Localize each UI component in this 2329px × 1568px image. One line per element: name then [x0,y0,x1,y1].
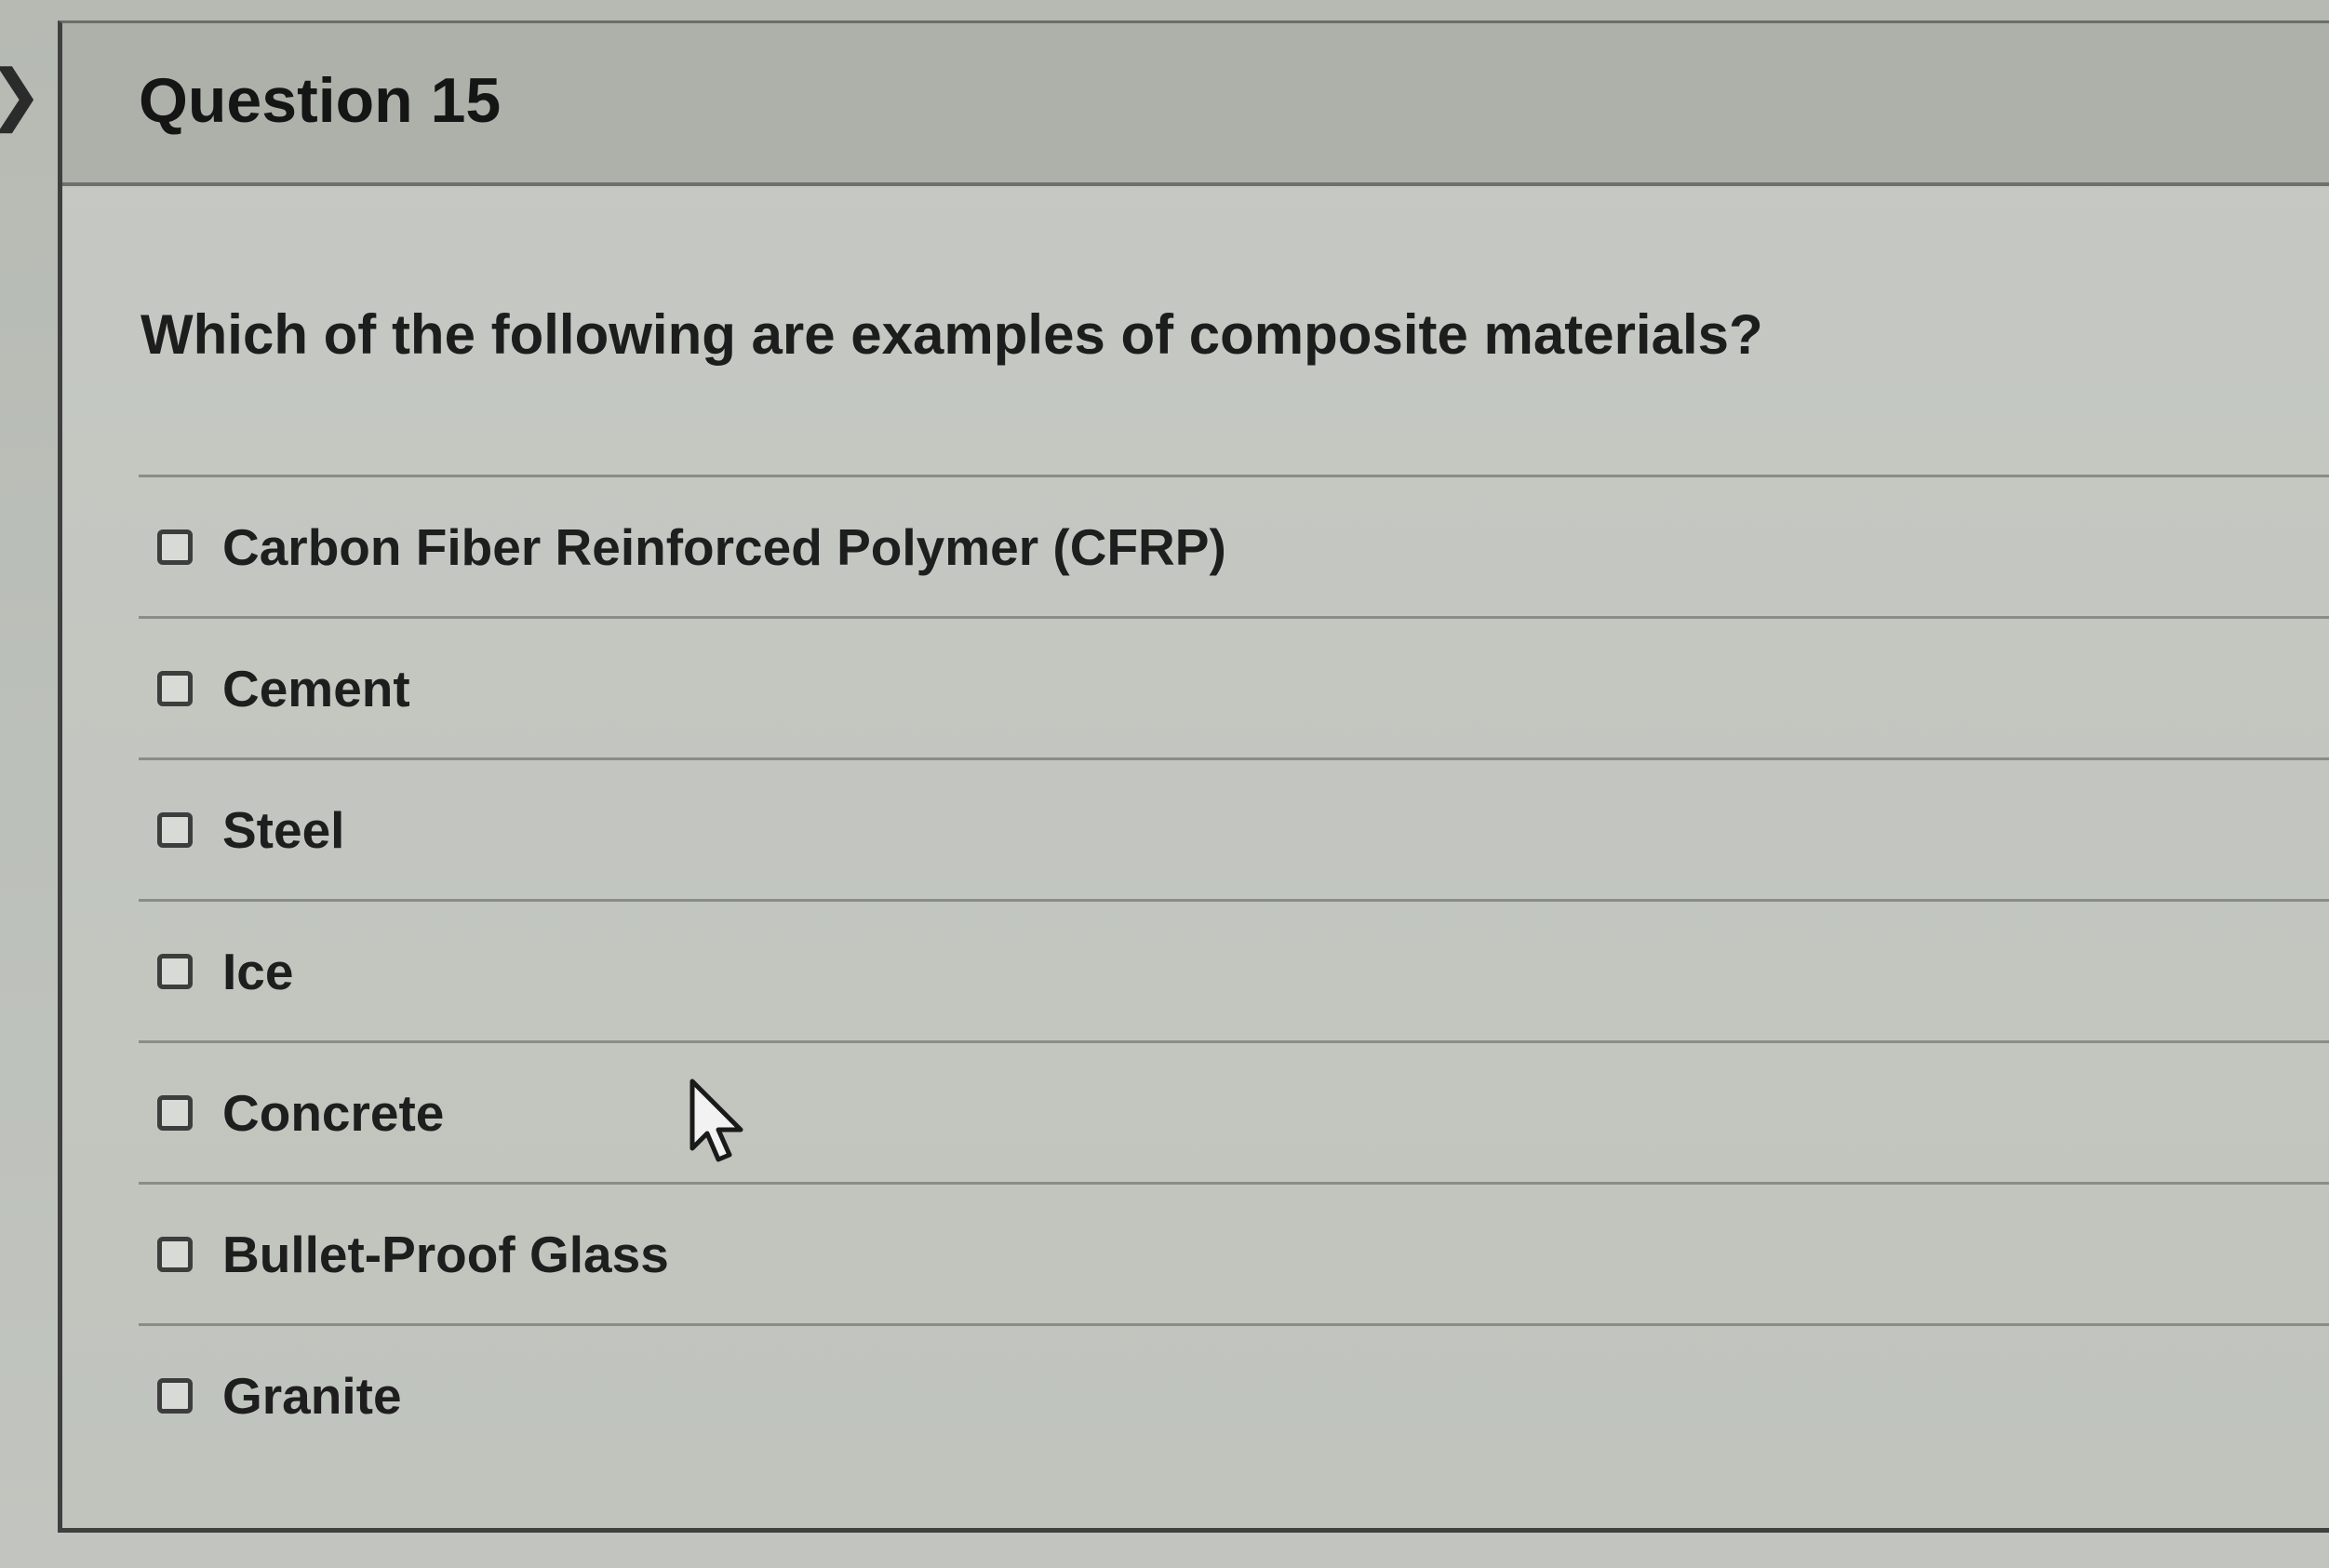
quiz-page: ❯ Question 15 Which of the following are… [0,0,2329,1568]
option-bullet-proof-glass[interactable]: Bullet-Proof Glass [139,1182,2329,1323]
option-cement[interactable]: Cement [139,616,2329,757]
option-label: Carbon Fiber Reinforced Polymer (CFRP) [222,517,1226,576]
option-granite[interactable]: Granite [139,1323,2329,1465]
question-header: Question 15 [62,23,2329,186]
checkbox[interactable] [157,1377,193,1414]
question-title: Question 15 [139,65,502,136]
mouse-pointer-icon [689,1079,743,1162]
option-cfrp[interactable]: Carbon Fiber Reinforced Polymer (CFRP) [139,475,2329,616]
option-concrete[interactable]: Concrete [139,1040,2329,1182]
option-label: Bullet-Proof Glass [222,1225,669,1283]
option-ice[interactable]: Ice [139,899,2329,1040]
answer-options: Carbon Fiber Reinforced Polymer (CFRP) C… [139,475,2329,1465]
chevron-right-icon[interactable]: ❯ [0,61,43,128]
option-steel[interactable]: Steel [139,757,2329,899]
question-card: Question 15 Which of the following are e… [58,20,2329,1533]
checkbox[interactable] [157,811,193,848]
option-label: Concrete [222,1083,445,1142]
checkbox[interactable] [157,1236,193,1272]
option-label: Granite [222,1366,402,1425]
checkbox[interactable] [157,953,193,989]
option-label: Steel [222,800,345,859]
checkbox[interactable] [157,670,193,706]
option-label: Cement [222,659,410,717]
option-label: Ice [222,942,294,1000]
checkbox[interactable] [157,1094,193,1131]
question-prompt: Which of the following are examples of c… [141,303,1763,366]
checkbox[interactable] [157,529,193,565]
